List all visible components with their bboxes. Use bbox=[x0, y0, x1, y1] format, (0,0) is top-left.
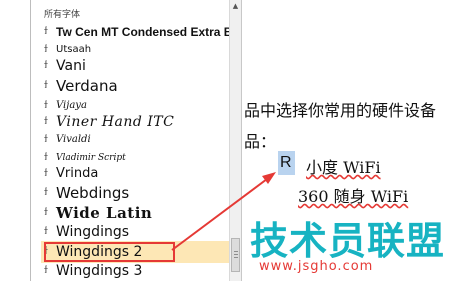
truetype-icon: ϯ bbox=[44, 116, 48, 127]
font-item-vani[interactable]: ϯ Vani bbox=[44, 56, 230, 75]
font-name: Tw Cen MT Condensed Extra Bold bbox=[56, 24, 230, 39]
font-item-viner-hand[interactable]: ϯ Viner Hand ITC bbox=[44, 112, 230, 131]
font-item-wide-latin[interactable]: ϯ Wide Latin bbox=[44, 203, 230, 222]
arrow-head bbox=[262, 172, 276, 184]
selected-letter[interactable]: R bbox=[280, 154, 292, 172]
grip-line bbox=[234, 257, 238, 258]
truetype-icon: ϯ bbox=[44, 187, 48, 198]
grip-line bbox=[234, 251, 238, 252]
font-item-wingdings-3[interactable]: ϯ Wingdings 3 bbox=[44, 261, 230, 280]
document-item-1: 小度 WiFi bbox=[306, 158, 381, 177]
font-name: Wingdings 3 bbox=[56, 262, 143, 279]
truetype-icon: ϯ bbox=[44, 168, 48, 179]
document-line-1: 品中选择你常用的硬件设备 bbox=[244, 101, 437, 120]
highlight-box bbox=[44, 242, 175, 262]
font-item-vivaldi[interactable]: ϯ Vivaldi bbox=[44, 130, 230, 149]
truetype-icon: ϯ bbox=[44, 80, 48, 91]
brand-watermark: 技术员联盟 bbox=[250, 219, 446, 263]
font-name: Webdings bbox=[56, 183, 130, 202]
font-name: Vani bbox=[56, 57, 86, 74]
font-name: Wide Latin bbox=[56, 203, 153, 222]
document-line-2: 品： bbox=[244, 132, 277, 151]
grip-line bbox=[234, 254, 238, 255]
truetype-icon: ϯ bbox=[44, 60, 48, 71]
scroll-up-arrow-icon[interactable]: ▲ bbox=[231, 2, 240, 11]
scrollbar-thumb[interactable] bbox=[231, 238, 240, 272]
font-name: Vijaya bbox=[56, 100, 87, 111]
font-name: Vrinda bbox=[56, 166, 99, 181]
font-name: Utsaah bbox=[56, 44, 92, 55]
truetype-icon: ϯ bbox=[44, 26, 48, 37]
font-item-webdings[interactable]: ϯ Webdings bbox=[44, 183, 230, 202]
scrollbar[interactable]: ▲ bbox=[229, 0, 241, 281]
truetype-icon: ϯ bbox=[44, 152, 48, 163]
truetype-icon: ϯ bbox=[44, 134, 48, 145]
truetype-icon: ϯ bbox=[44, 226, 48, 237]
font-item-tw-cen[interactable]: ϯ Tw Cen MT Condensed Extra Bold bbox=[44, 22, 230, 41]
section-header: 所有字体 bbox=[44, 10, 81, 20]
font-name: Wingdings bbox=[56, 223, 130, 240]
font-item-vrinda[interactable]: ϯ Vrinda bbox=[44, 164, 230, 183]
font-name: Vladimir Script bbox=[56, 152, 126, 163]
font-name: Viner Hand ITC bbox=[56, 113, 175, 130]
truetype-icon: ϯ bbox=[44, 100, 48, 111]
url-watermark: www.jsgho.com bbox=[259, 259, 374, 274]
truetype-icon: ϯ bbox=[44, 207, 48, 218]
truetype-icon: ϯ bbox=[44, 44, 48, 55]
font-item-wingdings[interactable]: ϯ Wingdings bbox=[44, 222, 230, 241]
font-item-verdana[interactable]: ϯ Verdana bbox=[44, 76, 230, 95]
document-item-2: 360 随身 WiFi bbox=[298, 187, 409, 206]
truetype-icon: ϯ bbox=[44, 265, 48, 276]
font-name: Vivaldi bbox=[56, 134, 91, 145]
font-name: Verdana bbox=[56, 76, 118, 95]
